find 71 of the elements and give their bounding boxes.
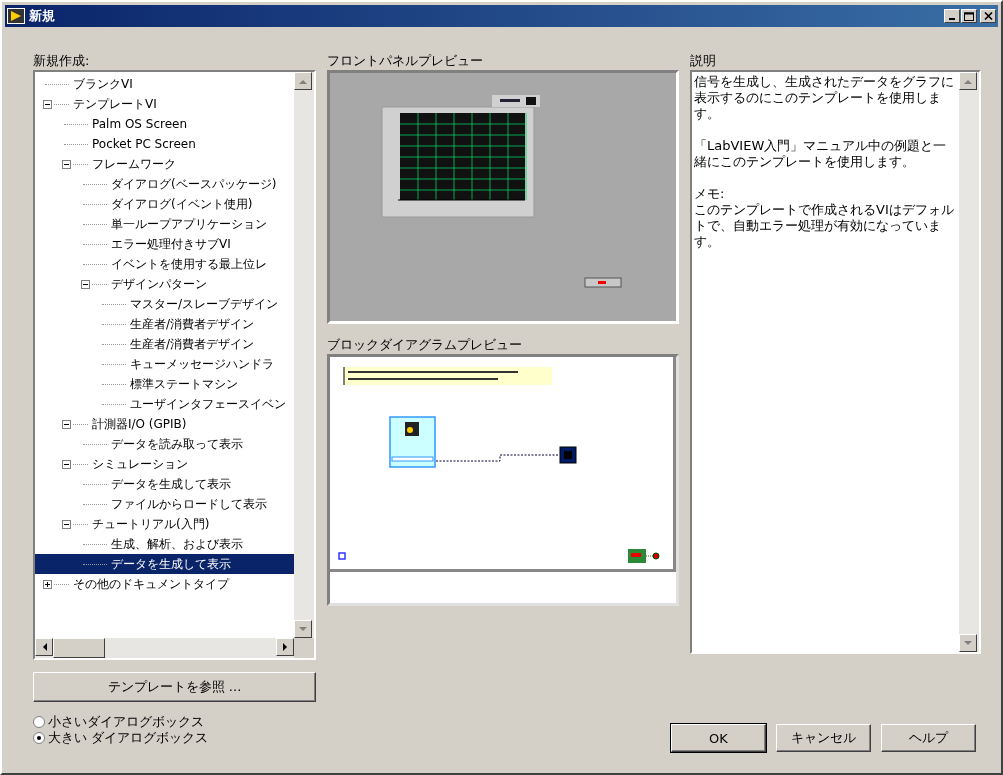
up-arrow-icon — [964, 78, 972, 84]
down-arrow-icon — [964, 640, 972, 646]
tree-item[interactable]: 標準ステートマシン — [35, 374, 294, 394]
vertical-scrollbar[interactable] — [959, 72, 979, 652]
right-arrow-icon — [282, 643, 288, 651]
tree-item[interactable]: データを生成して表示 — [35, 554, 294, 574]
tree-item[interactable]: データを読み取って表示 — [35, 434, 294, 454]
description-text: 「LabVIEW入門」マニュアル中の例題と一緒にこのテンプレートを使用します。 — [694, 138, 948, 170]
tree-item[interactable]: その他のドキュメントタイプ — [35, 574, 294, 594]
minimize-button[interactable] — [944, 9, 960, 23]
expand-icon[interactable] — [43, 579, 52, 589]
dialog-button[interactable]: ヘルプ — [881, 724, 976, 752]
tree-item[interactable]: デザインパターン — [35, 274, 294, 294]
tree-item[interactable]: イベントを使用する最上位レ — [35, 254, 294, 274]
collapse-icon[interactable] — [81, 279, 90, 289]
description-text: このテンプレートで作成されるVIはデフォルトで、自動エラー処理が有効になっています。 — [694, 202, 955, 250]
tree-item[interactable]: ダイアログ(イベント使用) — [35, 194, 294, 214]
scroll-up-button[interactable] — [959, 72, 977, 90]
tree-item[interactable]: Pocket PC Screen — [35, 134, 294, 154]
close-button[interactable] — [980, 9, 996, 23]
tree-item[interactable]: 生産者/消費者デザイン — [35, 314, 294, 334]
down-arrow-icon — [299, 626, 307, 632]
tree-item[interactable]: マスター/スレーブデザイン — [35, 294, 294, 314]
tree-item[interactable]: 生成、解析、および表示 — [35, 534, 294, 554]
app-icon — [7, 8, 25, 24]
new-list-label: 新規作成: — [33, 52, 91, 70]
maximize-icon — [964, 11, 974, 21]
description-text: 信号を生成し、生成されたデータをグラフに表示するのにこのテンプレートを使用します。 — [694, 74, 955, 122]
collapse-icon[interactable] — [43, 99, 52, 109]
collapse-icon[interactable] — [62, 459, 71, 469]
tree-item[interactable]: ユーザインタフェースイベン — [35, 394, 294, 414]
dialog-size-radio[interactable]: 大きい ダイアログボックス — [33, 730, 316, 746]
tree-item[interactable]: 生産者/消費者デザイン — [35, 334, 294, 354]
dialog-button[interactable]: OK — [671, 724, 766, 752]
collapse-icon[interactable] — [62, 159, 71, 169]
scroll-up-button[interactable] — [294, 72, 312, 90]
collapse-icon[interactable] — [62, 519, 71, 529]
up-arrow-icon — [299, 78, 307, 84]
front-panel-preview-label: フロントパネルプレビュー — [327, 52, 484, 70]
maximize-button[interactable] — [961, 9, 977, 23]
tree-item[interactable]: チュートリアル(入門) — [35, 514, 294, 534]
tree-item[interactable]: データを生成して表示 — [35, 474, 294, 494]
collapse-icon[interactable] — [62, 419, 71, 429]
description-label: 説明 — [690, 52, 717, 70]
tree-item[interactable]: ダイアログ(ベースパッケージ) — [35, 174, 294, 194]
horizontal-scrollbar[interactable] — [35, 638, 294, 658]
vertical-scrollbar[interactable] — [294, 72, 314, 638]
browse-templates-button[interactable]: テンプレートを参照 ... — [33, 672, 316, 702]
tree-item[interactable]: テンプレートVI — [35, 94, 294, 114]
scroll-right-button[interactable] — [276, 638, 294, 656]
tree-item[interactable]: フレームワーク — [35, 154, 294, 174]
window-title: 新規 — [29, 7, 55, 25]
tree-item[interactable]: 単一ループアプリケーション — [35, 214, 294, 234]
scroll-down-button[interactable] — [959, 634, 977, 652]
scrollbar-corner — [294, 638, 314, 658]
scroll-thumb[interactable] — [53, 638, 105, 658]
block-diagram-preview-label: ブロックダイアグラムプレビュー — [327, 336, 523, 354]
tree-item[interactable]: Palm OS Screen — [35, 114, 294, 134]
tree-item[interactable]: ブランクVI — [35, 74, 294, 94]
tree-item[interactable]: キューメッセージハンドラ — [35, 354, 294, 374]
scroll-down-button[interactable] — [294, 620, 312, 638]
left-arrow-icon — [41, 643, 47, 651]
dialog-button[interactable]: キャンセル — [776, 724, 871, 752]
description-text: メモ: — [694, 186, 726, 202]
scroll-left-button[interactable] — [35, 638, 53, 656]
tree-item[interactable]: ファイルからロードして表示 — [35, 494, 294, 514]
dialog-size-radio[interactable]: 小さいダイアログボックス — [33, 714, 316, 730]
tree-item[interactable]: エラー処理付きサブVI — [35, 234, 294, 254]
tree-item[interactable]: シミュレーション — [35, 454, 294, 474]
tree-item[interactable]: 計測器I/O (GPIB) — [35, 414, 294, 434]
close-icon — [983, 12, 993, 20]
